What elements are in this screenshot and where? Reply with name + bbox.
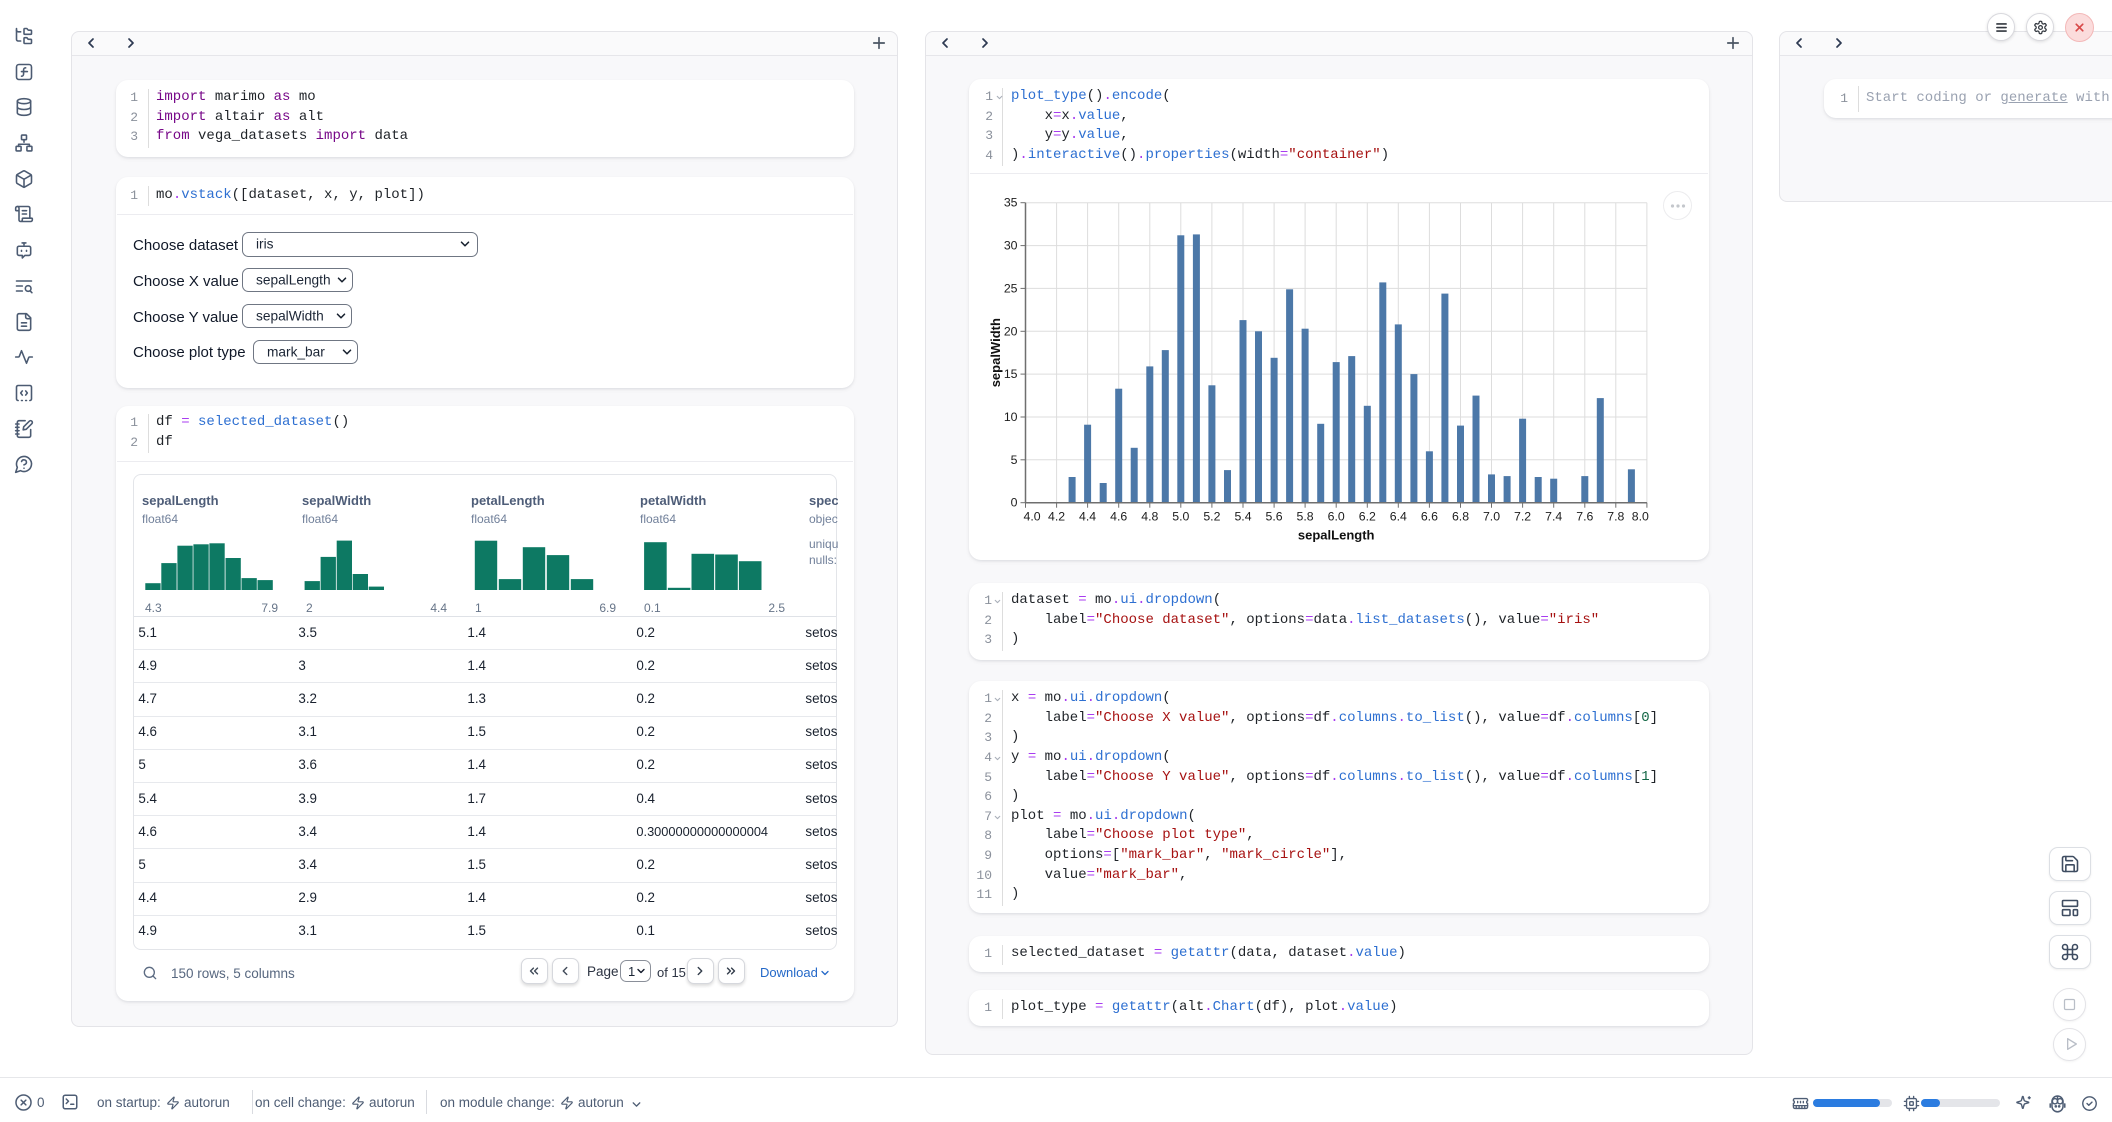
svg-text:7.6: 7.6 xyxy=(1576,510,1593,524)
svg-text:15: 15 xyxy=(1004,367,1018,381)
svg-text:4.0: 4.0 xyxy=(1024,510,1041,524)
svg-text:4.8: 4.8 xyxy=(1141,510,1158,524)
svg-text:5: 5 xyxy=(1011,453,1018,467)
svg-text:6.4: 6.4 xyxy=(1390,510,1407,524)
svg-text:6.6: 6.6 xyxy=(1421,510,1438,524)
svg-text:20: 20 xyxy=(1004,324,1018,338)
svg-text:7.2: 7.2 xyxy=(1514,510,1531,524)
svg-text:25: 25 xyxy=(1004,281,1018,295)
svg-text:5.6: 5.6 xyxy=(1266,510,1283,524)
svg-text:6.8: 6.8 xyxy=(1452,510,1469,524)
svg-text:4.6: 4.6 xyxy=(1110,510,1127,524)
svg-text:sepalLength: sepalLength xyxy=(1298,528,1375,543)
svg-text:6.0: 6.0 xyxy=(1328,510,1345,524)
svg-text:0: 0 xyxy=(1011,496,1018,510)
svg-text:7.4: 7.4 xyxy=(1545,510,1562,524)
svg-text:5.8: 5.8 xyxy=(1297,510,1314,524)
svg-text:6.2: 6.2 xyxy=(1359,510,1376,524)
svg-text:5.0: 5.0 xyxy=(1172,510,1189,524)
svg-text:7.8: 7.8 xyxy=(1607,510,1624,524)
svg-text:sepalWidth: sepalWidth xyxy=(988,318,1003,387)
svg-text:35: 35 xyxy=(1004,196,1018,210)
svg-text:4.4: 4.4 xyxy=(1079,510,1096,524)
svg-text:10: 10 xyxy=(1004,410,1018,424)
svg-text:7.0: 7.0 xyxy=(1483,510,1500,524)
svg-text:8.0: 8.0 xyxy=(1632,510,1649,524)
svg-text:5.4: 5.4 xyxy=(1234,510,1251,524)
svg-text:4.2: 4.2 xyxy=(1048,510,1065,524)
svg-text:30: 30 xyxy=(1004,239,1018,253)
svg-text:5.2: 5.2 xyxy=(1203,510,1220,524)
